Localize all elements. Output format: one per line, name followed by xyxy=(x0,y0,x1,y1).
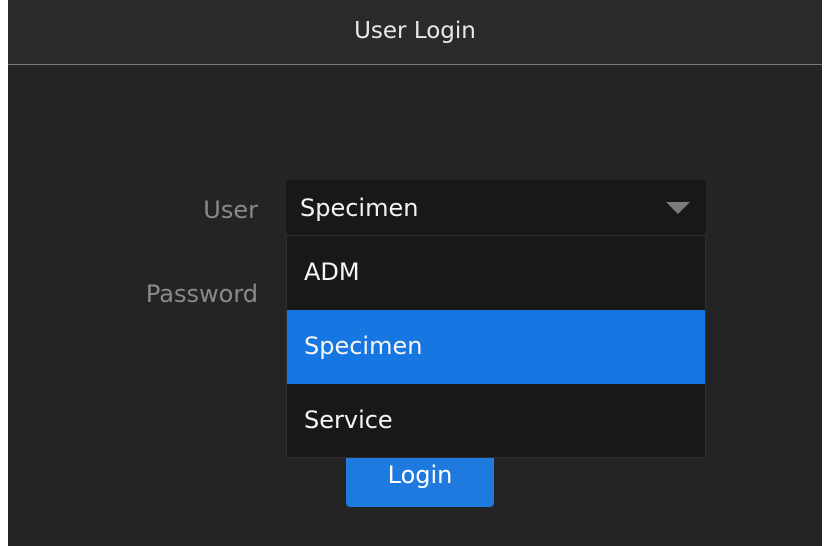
option-label: Service xyxy=(304,406,393,434)
login-button-label: Login xyxy=(387,461,453,489)
option-label: Specimen xyxy=(304,332,423,360)
user-select[interactable]: Specimen xyxy=(286,180,706,235)
chevron-down-icon[interactable] xyxy=(666,202,690,214)
password-label: Password xyxy=(145,280,258,308)
title-bar: User Login xyxy=(8,0,822,65)
option-label: ADM xyxy=(304,258,360,286)
option-adm[interactable]: ADM xyxy=(287,236,705,310)
option-specimen[interactable]: Specimen xyxy=(287,310,705,384)
dialog-title: User Login xyxy=(354,18,476,44)
user-dropdown-list: ADM Specimen Service xyxy=(286,235,706,458)
option-service[interactable]: Service xyxy=(287,384,705,458)
user-label: User xyxy=(203,196,258,224)
login-dialog: User Login User Password Specimen Login … xyxy=(8,0,822,546)
user-select-value: Specimen xyxy=(300,194,419,222)
